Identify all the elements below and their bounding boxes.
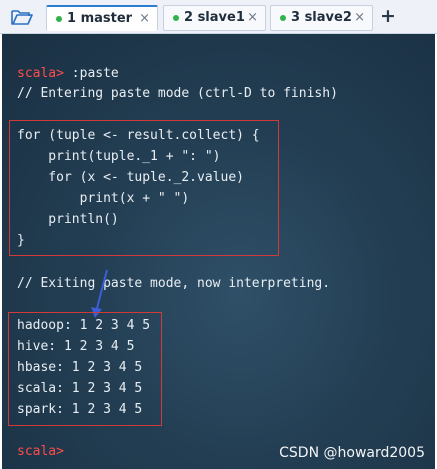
- connected-status-icon: [56, 16, 62, 22]
- output-line: scala: 1 2 3 4 5: [17, 381, 143, 396]
- tab-label: 3 slave2: [291, 10, 352, 25]
- terminal-pane[interactable]: scala> :paste // Entering paste mode (ct…: [2, 34, 435, 469]
- open-folder-button[interactable]: [9, 5, 35, 29]
- prompt: scala>: [17, 444, 64, 459]
- command-text: :paste: [63, 66, 119, 81]
- code-line: for (tuple <- result.collect) {: [17, 128, 260, 143]
- code-line: }: [17, 233, 25, 248]
- close-icon[interactable]: ×: [247, 10, 258, 25]
- tab-master[interactable]: 1 master ×: [46, 5, 158, 31]
- connected-status-icon: [280, 15, 286, 21]
- close-icon[interactable]: ×: [354, 10, 365, 25]
- command-line: scala> :paste: [17, 66, 119, 82]
- code-line: for (x <- tuple._2.value): [17, 170, 244, 185]
- connected-status-icon: [173, 15, 179, 21]
- close-icon[interactable]: ×: [139, 11, 150, 26]
- plus-icon[interactable]: +: [379, 5, 397, 29]
- output-line: hbase: 1 2 3 4 5: [17, 360, 143, 375]
- watermark: CSDN @howard2005: [279, 445, 425, 461]
- code-line: print(x + " "): [17, 191, 190, 206]
- output-line: spark: 1 2 3 4 5: [17, 402, 143, 417]
- final-prompt-line: scala>: [17, 444, 64, 460]
- prompt: scala>: [17, 66, 64, 81]
- code-line: print(tuple._1 + ": "): [17, 149, 221, 164]
- output-line: hive: 1 2 3 4 5: [17, 339, 135, 354]
- exiting-message: // Exiting paste mode, now interpreting.: [17, 276, 331, 291]
- tab-label: 2 slave1: [184, 10, 245, 25]
- tab-label: 1 master: [67, 11, 133, 26]
- output-line: hadoop: 1 2 3 4 5: [17, 318, 151, 333]
- folder-open-icon: [11, 10, 33, 25]
- tab-slave2[interactable]: 3 slave2 ×: [270, 5, 373, 31]
- tab-bar: 1 master × 2 slave1 × 3 slave2 × +: [0, 0, 437, 34]
- entering-message: // Entering paste mode (ctrl-D to finish…: [17, 86, 338, 101]
- code-line: println(): [17, 212, 119, 227]
- tab-slave1[interactable]: 2 slave1 ×: [163, 5, 266, 31]
